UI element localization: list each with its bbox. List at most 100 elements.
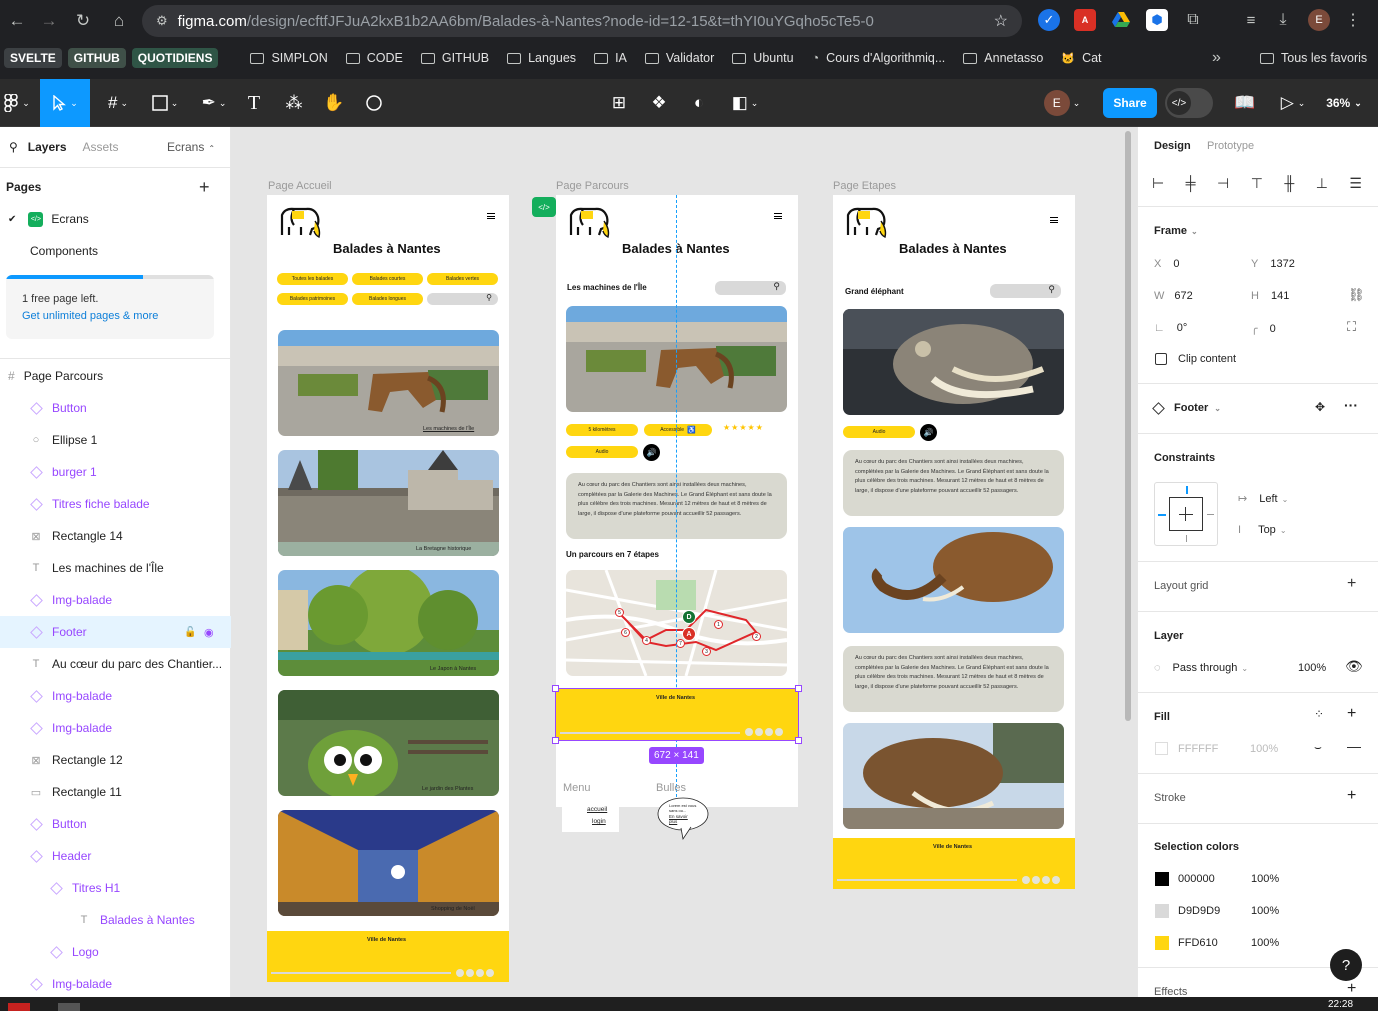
footer-selected[interactable]: Ville de Nantes	[552, 685, 802, 744]
bookmark-pill-quotidiens[interactable]: QUOTIDIENS	[131, 48, 219, 68]
social-icon[interactable]	[1032, 876, 1040, 884]
drive-extension-icon[interactable]	[1110, 9, 1132, 31]
bookmark-item[interactable]: Langues	[507, 51, 576, 65]
distribute-icon[interactable]: ☰	[1349, 175, 1362, 191]
layer-row[interactable]: ⊠ Rectangle 14	[0, 520, 231, 552]
align-top-icon[interactable]: ⊤	[1251, 175, 1263, 191]
shield-extension-icon[interactable]: ⬢	[1146, 9, 1168, 31]
component-row[interactable]: Footer ⌄	[1152, 401, 1221, 415]
design-canvas[interactable]: Page Accueil Page Parcours Page Etapes B…	[231, 127, 1137, 997]
tab-layers[interactable]: Layers	[28, 140, 67, 154]
taskbar-app-icon[interactable]	[58, 1003, 80, 1011]
align-bottom-icon[interactable]: ⊥	[1316, 175, 1328, 191]
burger-menu-icon[interactable]	[774, 213, 782, 219]
card-image[interactable]	[278, 570, 499, 676]
grid-layout-icon[interactable]: ⊞	[605, 79, 633, 127]
align-left-icon[interactable]: ⊢	[1152, 175, 1164, 191]
all-bookmarks[interactable]: Tous les favoris	[1260, 51, 1367, 65]
filter-chip[interactable]: Balades vertes	[427, 273, 498, 285]
map-stop-marker[interactable]: 4	[642, 636, 651, 645]
align-center-h-icon[interactable]: ╪	[1186, 175, 1196, 191]
vertical-scrollbar[interactable]	[1125, 131, 1131, 721]
map-end-marker[interactable]: A	[682, 627, 696, 641]
bookmark-item[interactable]: 🐱 Cat	[1061, 51, 1101, 65]
search-bar[interactable]: ⚲	[990, 284, 1061, 298]
frame-label[interactable]: Page Etapes	[833, 180, 896, 192]
blend-mode-select[interactable]: ◌ Pass through ⌄	[1154, 662, 1248, 674]
filter-chip[interactable]: Toutes les balades	[277, 273, 348, 285]
layer-row[interactable]: Img-balade	[0, 968, 231, 1000]
bookmark-item[interactable]: ◔ Cours d'Algorithmiq...	[812, 51, 946, 65]
bookmarks-overflow[interactable]: »	[1212, 49, 1221, 67]
bubble-component[interactable]: Lorem est vous sans ou... En savoir plus	[657, 797, 709, 841]
layer-row[interactable]: Titres H1	[0, 872, 231, 904]
frame-page-etapes[interactable]: Balades à Nantes Grand éléphant ⚲ Audio …	[833, 195, 1075, 889]
fill-opacity[interactable]: 100%	[1250, 743, 1278, 755]
map-stop-marker[interactable]: 5	[615, 608, 624, 617]
unlock-icon[interactable]: 🔓	[184, 627, 196, 638]
social-icon[interactable]	[1042, 876, 1050, 884]
menu-item[interactable]: login	[592, 818, 606, 825]
dev-code-badge[interactable]: </>	[532, 197, 556, 217]
bookmark-star-icon[interactable]: ☆	[994, 11, 1008, 31]
page-item-components[interactable]: Components	[0, 235, 231, 267]
layer-row[interactable]: Logo	[0, 936, 231, 968]
address-bar[interactable]: ⚙ figma.com/design/ecftfJFJuA2kxB1b2AA6b…	[142, 5, 1022, 37]
audio-chip[interactable]: Audio	[843, 426, 915, 438]
layer-row[interactable]: T Au cœur du parc des Chantier...	[0, 648, 231, 680]
map-stop-marker[interactable]: 7	[676, 639, 685, 648]
color-opacity[interactable]: 100%	[1251, 905, 1279, 917]
y-field[interactable]: Y 1372	[1251, 258, 1339, 270]
constraint-horizontal[interactable]: ↦ Left ⌄	[1238, 492, 1288, 505]
present-icon[interactable]: ▷ ⌄	[1275, 79, 1311, 127]
download-icon[interactable]: ⤓	[1272, 9, 1294, 31]
card-image[interactable]	[278, 330, 499, 436]
accessible-chip[interactable]: Accessible ♿	[644, 424, 712, 436]
bookmark-item[interactable]: Validator	[644, 51, 714, 65]
media-icon[interactable]: ≡	[1240, 9, 1262, 31]
comment-tool-icon[interactable]	[360, 79, 388, 127]
burger-menu-icon[interactable]	[1050, 217, 1058, 223]
home-icon[interactable]: ⌂	[102, 4, 136, 38]
profile-avatar[interactable]: E	[1308, 9, 1330, 31]
align-right-icon[interactable]: ⊣	[1217, 175, 1229, 191]
shape-tool-icon[interactable]: ⌄	[145, 79, 185, 127]
social-icon[interactable]	[1022, 876, 1030, 884]
menu-item[interactable]: accueil	[587, 806, 607, 813]
map-start-marker[interactable]: D	[682, 610, 696, 624]
color-hex[interactable]: FFD610	[1178, 937, 1218, 949]
layer-row[interactable]: Titres fiche balade	[0, 488, 231, 520]
map-stop-marker[interactable]: 2	[752, 632, 761, 641]
zoom-menu[interactable]: 36% ⌄	[1320, 79, 1368, 127]
tab-prototype[interactable]: Prototype	[1207, 140, 1254, 152]
fill-swatch[interactable]	[1155, 742, 1168, 755]
bookmark-pill-svelte[interactable]: SVELTE	[4, 48, 62, 68]
speaker-icon[interactable]: 🔊	[643, 444, 660, 461]
components-icon[interactable]: ❖	[645, 79, 673, 127]
constraints-widget[interactable]	[1154, 482, 1218, 546]
bookmark-item[interactable]: IA	[594, 51, 627, 65]
constraint-vertical[interactable]: I Top ⌄	[1238, 524, 1287, 536]
layer-row[interactable]: Img-balade	[0, 712, 231, 744]
bookmark-item[interactable]: CODE	[345, 51, 403, 65]
bookmark-pill-github[interactable]: GITHUB	[67, 48, 126, 68]
pen-tool-icon[interactable]: ✒ ⌄	[195, 79, 233, 127]
layer-row[interactable]: burger 1	[0, 456, 231, 488]
social-icon[interactable]	[1052, 876, 1060, 884]
layer-row[interactable]: Footer 🔓 ◉	[0, 616, 231, 648]
user-avatar[interactable]: E ⌄	[1043, 79, 1081, 127]
pdf-extension-icon[interactable]: A	[1074, 9, 1096, 31]
hand-tool-icon[interactable]: ✋	[320, 79, 348, 127]
search-icon[interactable]: ⚲	[9, 140, 18, 154]
footer[interactable]: Ville de Nantes	[833, 838, 1075, 889]
dev-mode-toggle[interactable]: </>	[1165, 88, 1213, 118]
add-fill-icon[interactable]: +	[1347, 705, 1356, 723]
color-swatch[interactable]	[1155, 872, 1169, 886]
help-button[interactable]: ?	[1330, 949, 1362, 981]
hidden-eye-icon[interactable]: ⌣	[1314, 740, 1322, 755]
text-tool-icon[interactable]: T	[240, 79, 268, 127]
map-stop-marker[interactable]: 1	[714, 620, 723, 629]
distance-chip[interactable]: 5 kilomètres	[566, 424, 638, 436]
add-stroke-icon[interactable]: +	[1347, 787, 1356, 805]
layer-row[interactable]: Header	[0, 840, 231, 872]
